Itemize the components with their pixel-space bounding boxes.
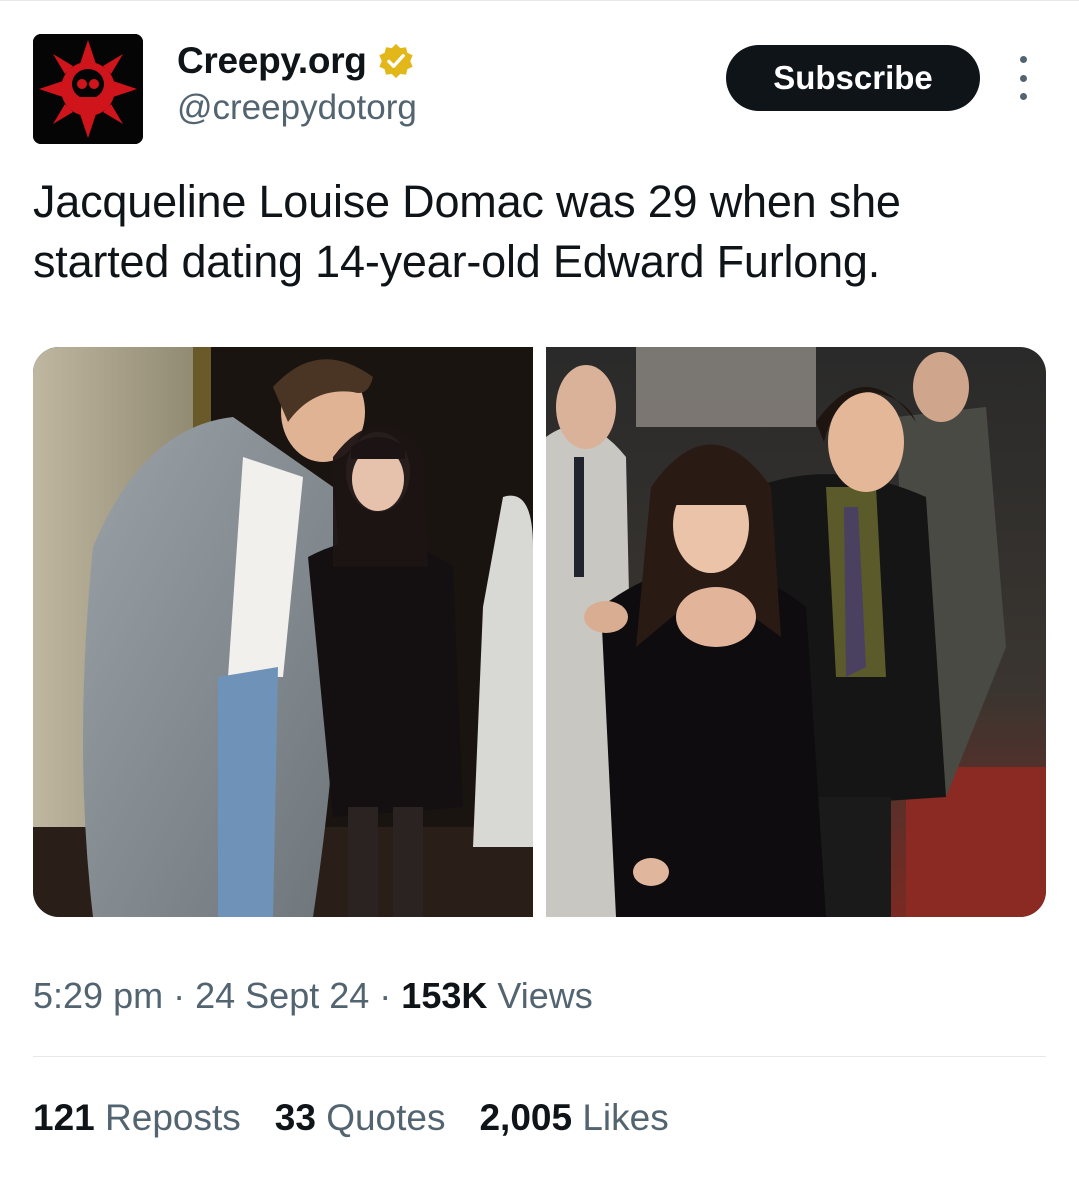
display-name-text[interactable]: Creepy.org xyxy=(177,40,367,82)
photo-image xyxy=(33,347,533,917)
tweet-meta: 5:29 pm · 24 Sept 24 · 153K Views xyxy=(33,975,593,1017)
views-count: 153K xyxy=(401,975,488,1016)
meta-separator: · xyxy=(173,975,186,1016)
subscribe-button[interactable]: Subscribe xyxy=(726,45,980,111)
red-skull-emblem-icon xyxy=(33,34,143,144)
tweet-photo-2[interactable] xyxy=(546,347,1046,917)
quotes-count: 33 xyxy=(274,1097,316,1138)
top-divider xyxy=(0,0,1079,1)
avatar[interactable] xyxy=(33,34,143,144)
divider xyxy=(33,1056,1046,1057)
quotes-stat[interactable]: 33 Quotes xyxy=(275,1097,446,1139)
reposts-count: 121 xyxy=(33,1097,95,1138)
more-dot xyxy=(1019,74,1027,82)
quotes-label: Quotes xyxy=(326,1097,446,1138)
photo-image xyxy=(546,347,1046,917)
tweet-photo-1[interactable] xyxy=(33,347,533,917)
verified-badge-icon[interactable] xyxy=(377,42,415,80)
views-label: Views xyxy=(497,975,593,1016)
more-options-icon[interactable] xyxy=(1010,56,1036,100)
tweet-time[interactable]: 5:29 pm xyxy=(33,975,163,1016)
display-name[interactable]: Creepy.org xyxy=(177,40,415,82)
more-dot xyxy=(1019,56,1027,63)
reposts-stat[interactable]: 121 Reposts xyxy=(33,1097,241,1139)
tweet-date[interactable]: 24 Sept 24 xyxy=(195,975,369,1016)
meta-separator: · xyxy=(379,975,392,1016)
likes-stat[interactable]: 2,005 Likes xyxy=(479,1097,668,1139)
more-dot xyxy=(1019,93,1027,100)
tweet-stats: 121 Reposts 33 Quotes 2,005 Likes xyxy=(33,1097,669,1139)
account-handle[interactable]: @creepydotorg xyxy=(177,88,417,128)
likes-count: 2,005 xyxy=(479,1097,573,1138)
reposts-label: Reposts xyxy=(105,1097,241,1138)
likes-label: Likes xyxy=(582,1097,669,1138)
tweet-text: Jacqueline Louise Domac was 29 when she … xyxy=(33,176,901,287)
